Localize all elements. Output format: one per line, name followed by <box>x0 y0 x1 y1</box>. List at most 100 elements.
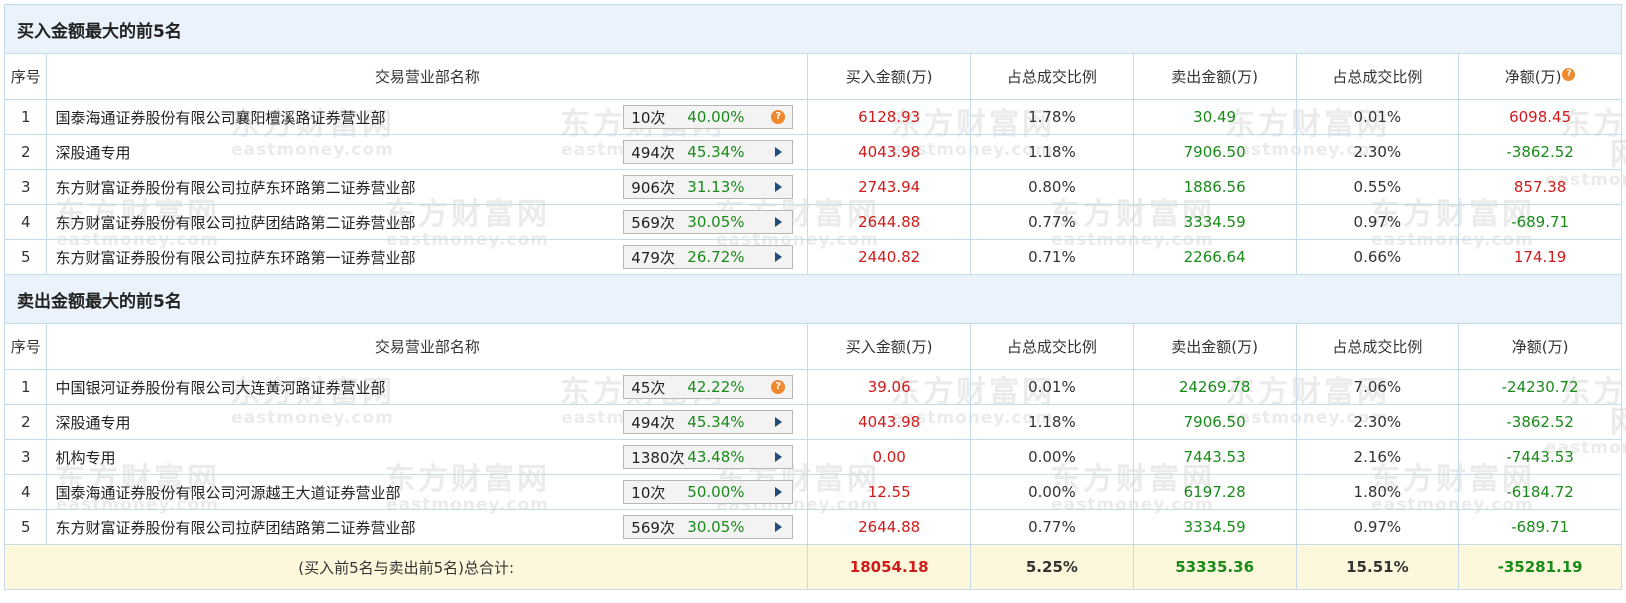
rank-cell: 5 <box>3 509 48 545</box>
broker-name-wrap: 东方财富证券股份有限公司拉萨团结路第二证券营业部 569次 30.05% <box>48 515 807 539</box>
column-header-label: 占总成交比例 <box>1332 68 1423 86</box>
column-header-label: 卖出金额(万) <box>1171 68 1258 86</box>
sell-ratio-cell: 0.66% <box>1295 239 1460 275</box>
table-row: 5 东方财富证券股份有限公司拉萨东环路第一证券营业部 479次 26.72% 2440.… <box>3 239 1622 275</box>
broker-stats-box[interactable]: 10次 50.00% <box>623 480 794 504</box>
column-header-net[interactable]: 净额(万) <box>1458 323 1622 370</box>
sell-amount-cell: 7906.50 <box>1132 404 1297 440</box>
column-header-buy-ratio[interactable]: 占总成交比例 <box>970 323 1134 370</box>
total-buy-ratio-cell: 5.25% <box>970 544 1134 590</box>
arrow-right-icon[interactable] <box>775 147 783 157</box>
win-rate: 26.72% <box>687 248 745 266</box>
broker-stats-box[interactable]: 569次 30.05% <box>623 515 794 539</box>
column-header-rank[interactable]: 序号 <box>3 53 48 100</box>
arrow-right-icon[interactable] <box>775 417 783 427</box>
arrow-right-icon[interactable] <box>775 487 783 497</box>
column-header-buy[interactable]: 买入金额(万) <box>807 53 972 100</box>
net-amount-cell: 174.19 <box>1458 239 1622 275</box>
column-header-label: 序号 <box>10 338 41 356</box>
broker-name-link[interactable]: 东方财富证券股份有限公司拉萨团结路第二证券营业部 <box>55 517 415 538</box>
broker-stats-box[interactable]: 10次 40.00%? <box>623 105 794 129</box>
table-row: 1 国泰海通证券股份有限公司襄阳檀溪路证券营业部 10次 40.00%? 6128.93… <box>3 99 1622 135</box>
column-header-buy-ratio[interactable]: 占总成交比例 <box>970 53 1134 100</box>
listing-count: 1380次 <box>631 448 685 467</box>
broker-stats-box[interactable]: 494次 45.34% <box>623 410 794 434</box>
broker-name-link[interactable]: 东方财富证券股份有限公司拉萨团结路第二证券营业部 <box>55 212 415 233</box>
arrow-right-icon[interactable] <box>775 217 783 227</box>
column-header-buy[interactable]: 买入金额(万) <box>807 323 972 370</box>
broker-name-link[interactable]: 中国银河证券股份有限公司大连黄河路证券营业部 <box>55 377 385 398</box>
broker-name-link[interactable]: 东方财富证券股份有限公司拉萨东环路第二证券营业部 <box>55 177 415 198</box>
help-question-icon[interactable]: ? <box>1562 68 1576 81</box>
sell-ratio-cell: 2.16% <box>1295 439 1460 475</box>
broker-name-link[interactable]: 深股通专用 <box>55 412 130 433</box>
arrow-right-icon[interactable] <box>775 452 783 462</box>
arrow-right-icon[interactable] <box>775 182 783 192</box>
win-rate: 43.48% <box>687 448 745 466</box>
broker-name-link[interactable]: 深股通专用 <box>55 142 130 163</box>
net-amount-cell: -689.71 <box>1458 509 1622 545</box>
broker-stats-box[interactable]: 1380次 43.48% <box>623 445 794 469</box>
sell-amount-cell: 2266.64 <box>1132 239 1297 275</box>
arrow-right-icon[interactable] <box>775 252 783 262</box>
column-header-label: 卖出金额(万) <box>1171 338 1258 356</box>
column-header-label: 交易营业部名称 <box>374 338 480 356</box>
column-header-name[interactable]: 交易营业部名称 <box>46 323 809 370</box>
broker-stats-box[interactable]: 45次 42.22%? <box>623 375 794 399</box>
table-row: 1 中国银河证券股份有限公司大连黄河路证券营业部 45次 42.22%? 39.06 0.… <box>3 369 1622 405</box>
sell-amount-cell: 7443.53 <box>1132 439 1297 475</box>
broker-name-wrap: 深股通专用 494次 45.34% <box>48 140 807 164</box>
question-icon[interactable]: ? <box>771 110 786 124</box>
rank-cell: 3 <box>3 439 48 475</box>
sell-amount-cell: 7906.50 <box>1132 134 1297 170</box>
broker-name-wrap: 东方财富证券股份有限公司拉萨东环路第一证券营业部 479次 26.72% <box>48 245 807 269</box>
table-row: 2 深股通专用 494次 45.34% 4043.98 1.18% 7906.50 2.30%… <box>3 404 1622 440</box>
column-header-name[interactable]: 交易营业部名称 <box>46 53 809 100</box>
column-header-net[interactable]: 净额(万)? <box>1458 53 1622 100</box>
sell-amount-cell: 1886.56 <box>1132 169 1297 205</box>
broker-name-link[interactable]: 机构专用 <box>55 447 115 468</box>
broker-name-wrap: 中国银河证券股份有限公司大连黄河路证券营业部 45次 42.22%? <box>48 375 807 399</box>
table-row: 3 东方财富证券股份有限公司拉萨东环路第二证券营业部 906次 31.13% 2743.… <box>3 169 1622 205</box>
broker-name-cell: 深股通专用 494次 45.34% <box>46 404 809 440</box>
column-header-row: 序号 交易营业部名称 买入金额(万) 占总成交比例 卖出金额(万) 占总成交比例 净额(万)… <box>3 53 1622 100</box>
rank-cell: 2 <box>3 134 48 170</box>
column-header-rank[interactable]: 序号 <box>3 323 48 370</box>
buy-amount-cell: 2644.88 <box>807 204 972 240</box>
column-header-label: 交易营业部名称 <box>374 68 480 86</box>
net-amount-cell: -24230.72 <box>1458 369 1622 405</box>
total-sell-ratio-cell: 15.51% <box>1295 544 1460 590</box>
buy-ratio-cell: 0.77% <box>970 204 1134 240</box>
listing-count: 494次 <box>631 413 675 432</box>
buy-ratio-cell: 1.78% <box>970 99 1134 135</box>
broker-name-link[interactable]: 国泰海通证券股份有限公司襄阳檀溪路证券营业部 <box>55 107 385 128</box>
column-header-sell-ratio[interactable]: 占总成交比例 <box>1295 323 1460 370</box>
sell-amount-cell: 3334.59 <box>1132 509 1297 545</box>
listing-count: 479次 <box>631 248 675 267</box>
broker-name-wrap: 国泰海通证券股份有限公司河源越王大道证券营业部 10次 50.00% <box>48 480 807 504</box>
arrow-right-icon[interactable] <box>775 522 783 532</box>
rank-cell: 1 <box>3 369 48 405</box>
broker-name-link[interactable]: 国泰海通证券股份有限公司河源越王大道证券营业部 <box>55 482 400 503</box>
buy-amount-cell: 0.00 <box>807 439 972 475</box>
question-icon[interactable]: ? <box>771 380 786 394</box>
broker-name-link[interactable]: 东方财富证券股份有限公司拉萨东环路第一证券营业部 <box>55 247 415 268</box>
broker-stats-box[interactable]: 906次 31.13% <box>623 175 794 199</box>
column-header-sell[interactable]: 卖出金额(万) <box>1132 323 1297 370</box>
broker-name-cell: 东方财富证券股份有限公司拉萨东环路第二证券营业部 906次 31.13% <box>46 169 809 205</box>
total-buy-cell: 18054.18 <box>807 544 972 590</box>
table-row: 4 东方财富证券股份有限公司拉萨团结路第二证券营业部 569次 30.05% 2644.… <box>3 204 1622 240</box>
broker-stats-box[interactable]: 494次 45.34% <box>623 140 794 164</box>
listing-count: 569次 <box>631 213 675 232</box>
section-title: 买入金额最大的前5名 <box>4 4 1622 54</box>
broker-stats-box[interactable]: 569次 30.05% <box>623 210 794 234</box>
rank-cell: 1 <box>3 99 48 135</box>
column-header-sell[interactable]: 卖出金额(万) <box>1132 53 1297 100</box>
listing-count: 10次 <box>631 483 666 502</box>
net-amount-cell: -689.71 <box>1458 204 1622 240</box>
listing-count: 494次 <box>631 143 675 162</box>
sell-ratio-cell: 1.80% <box>1295 474 1460 510</box>
sell-amount-cell: 24269.78 <box>1132 369 1297 405</box>
column-header-sell-ratio[interactable]: 占总成交比例 <box>1295 53 1460 100</box>
broker-stats-box[interactable]: 479次 26.72% <box>623 245 794 269</box>
